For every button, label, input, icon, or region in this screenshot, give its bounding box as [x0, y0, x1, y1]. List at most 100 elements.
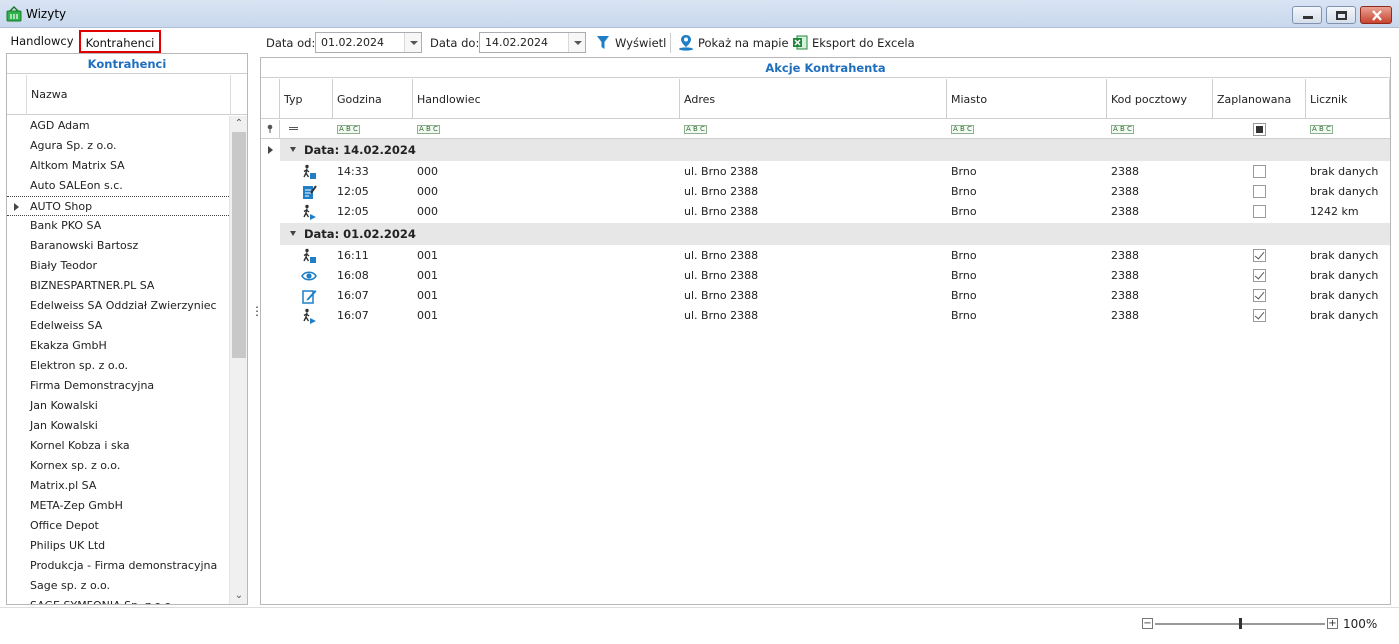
list-item[interactable]: META-Zep GmbH [7, 496, 229, 516]
list-item[interactable]: Jan Kowalski [7, 416, 229, 436]
column-licznik[interactable]: Licznik [1306, 79, 1390, 119]
filter-adres[interactable]: A B C [680, 120, 947, 139]
list-item[interactable]: Altkom Matrix SA [7, 156, 229, 176]
filter-icon [597, 36, 609, 49]
zoom-out-button[interactable]: − [1142, 618, 1153, 629]
planned-checkbox[interactable] [1253, 309, 1266, 322]
list-item[interactable]: Office Depot [7, 516, 229, 536]
collapse-triangle-icon[interactable] [290, 231, 296, 236]
filter-handlowiec[interactable]: A B C [413, 120, 680, 139]
list-item-label: Bank PKO SA [30, 219, 102, 232]
filter-miasto[interactable]: A B C [947, 120, 1107, 139]
list-item[interactable]: AUTO Shop [7, 196, 229, 216]
cell-adres: ul. Brno 2388 [684, 249, 759, 262]
chevron-down-icon[interactable] [404, 33, 421, 52]
table-row[interactable] [280, 182, 1390, 202]
maximize-button[interactable] [1326, 6, 1356, 24]
column-typ[interactable]: Typ [280, 79, 333, 119]
table-row[interactable] [280, 306, 1390, 326]
filter-kod-pocztowy[interactable]: A B C [1107, 120, 1213, 139]
table-row[interactable] [280, 286, 1390, 306]
table-row[interactable] [280, 162, 1390, 182]
planned-checkbox[interactable] [1253, 185, 1266, 198]
list-item[interactable]: Kornex sp. z o.o. [7, 456, 229, 476]
filter-typ[interactable] [280, 120, 333, 139]
scroll-down-icon[interactable]: ⌄ [230, 588, 247, 604]
tab-kontrahenci[interactable]: Kontrahenci [79, 30, 161, 53]
column-miasto[interactable]: Miasto [947, 79, 1107, 119]
date-to-field[interactable]: 14.02.2024 [479, 32, 586, 53]
list-item[interactable]: Ekakza GmbH [7, 336, 229, 356]
group-row[interactable]: Data: 01.02.2024 [280, 223, 1390, 245]
filter-licznik[interactable]: A B C [1306, 120, 1390, 139]
column-kod-pocztowy[interactable]: Kod pocztowy [1107, 79, 1213, 119]
list-item[interactable]: BIZNESPARTNER.PL SA [7, 276, 229, 296]
list-item-label: Elektron sp. z o.o. [30, 359, 128, 372]
list-item[interactable]: Jan Kowalski [7, 396, 229, 416]
chevron-down-icon[interactable] [568, 33, 585, 52]
list-item[interactable]: Edelweiss SA [7, 316, 229, 336]
column-godzina[interactable]: Godzina [333, 79, 413, 119]
list-item[interactable]: Auto SALEon s.c. [7, 176, 229, 196]
table-row[interactable] [280, 266, 1390, 286]
list-item[interactable]: Biały Teodor [7, 256, 229, 276]
status-bar: − + 100% [0, 607, 1399, 644]
zoom-in-button[interactable]: + [1327, 618, 1338, 629]
text-filter-icon: A B C [417, 125, 440, 134]
minimize-button[interactable] [1292, 6, 1322, 24]
scrollbar-thumb[interactable] [232, 132, 246, 358]
list-item-label: Jan Kowalski [30, 419, 98, 432]
date-from-field[interactable]: 01.02.2024 [315, 32, 422, 53]
cell-handlowiec: 000 [417, 205, 438, 218]
list-item[interactable]: Kornel Kobza i ska [7, 436, 229, 456]
contractors-column-header: Nazwa [7, 75, 247, 115]
collapse-triangle-icon[interactable] [290, 147, 296, 152]
list-item[interactable]: Sage sp. z o.o. [7, 576, 229, 596]
show-on-map-button[interactable]: Pokaż na mapie [678, 33, 789, 53]
planned-checkbox[interactable] [1253, 249, 1266, 262]
close-button[interactable] [1360, 6, 1392, 24]
panel-splitter[interactable]: ⋮ [251, 305, 263, 326]
cell-adres: ul. Brno 2388 [684, 309, 759, 322]
show-button[interactable]: Wyświetl [596, 33, 666, 53]
table-row[interactable] [280, 202, 1390, 222]
column-handlowiec[interactable]: Handlowiec [413, 79, 680, 119]
list-item-label: SAGE SYMFONIA Sp. z o.o. [30, 599, 174, 604]
filter-checkbox[interactable] [1253, 123, 1266, 136]
zoom-slider-thumb[interactable] [1239, 618, 1242, 629]
list-item[interactable]: SAGE SYMFONIA Sp. z o.o. [7, 596, 229, 604]
table-row[interactable] [280, 246, 1390, 266]
list-item[interactable]: Firma Demonstracyjna [7, 376, 229, 396]
column-nazwa[interactable]: Nazwa [31, 88, 67, 101]
list-item[interactable]: Elektron sp. z o.o. [7, 356, 229, 376]
grid-title: Akcje Kontrahenta [261, 58, 1390, 78]
list-item[interactable]: Produkcja - Firma demonstracyjna [7, 556, 229, 576]
column-adres[interactable]: Adres [680, 79, 947, 119]
list-item-label: Sage sp. z o.o. [30, 579, 111, 592]
scroll-up-icon[interactable]: ⌃ [230, 116, 247, 132]
toolbar-separator [670, 33, 671, 53]
list-item[interactable]: Edelweiss SA Oddział Zwierzyniec [7, 296, 229, 316]
planned-checkbox[interactable] [1253, 205, 1266, 218]
text-filter-icon: A B C [337, 125, 360, 134]
planned-checkbox[interactable] [1253, 165, 1266, 178]
column-zaplanowana[interactable]: Zaplanowana [1213, 79, 1306, 119]
export-excel-label: Eksport do Excela [812, 36, 915, 50]
list-item[interactable]: Agura Sp. z o.o. [7, 136, 229, 156]
list-item[interactable]: Matrix.pl SA [7, 476, 229, 496]
list-item[interactable]: Philips UK Ltd [7, 536, 229, 556]
show-label: Wyświetl [615, 36, 667, 50]
group-row[interactable]: Data: 14.02.2024 [280, 139, 1390, 161]
planned-checkbox[interactable] [1253, 269, 1266, 282]
tab-handlowcy[interactable]: Handlowcy [8, 30, 76, 53]
list-item[interactable]: Baranowski Bartosz [7, 236, 229, 256]
list-item[interactable]: AGD Adam [7, 116, 229, 136]
export-excel-button[interactable]: Eksport do Excela [792, 33, 915, 53]
cell-kod-pocztowy: 2388 [1111, 185, 1139, 198]
filter-zaplanowana[interactable] [1213, 120, 1306, 139]
filter-godzina[interactable]: A B C [333, 120, 413, 139]
list-item[interactable]: Bank PKO SA [7, 216, 229, 236]
planned-checkbox[interactable] [1253, 289, 1266, 302]
contractors-scrollbar[interactable]: ⌃ ⌄ [229, 116, 247, 604]
list-item-label: Philips UK Ltd [30, 539, 106, 552]
